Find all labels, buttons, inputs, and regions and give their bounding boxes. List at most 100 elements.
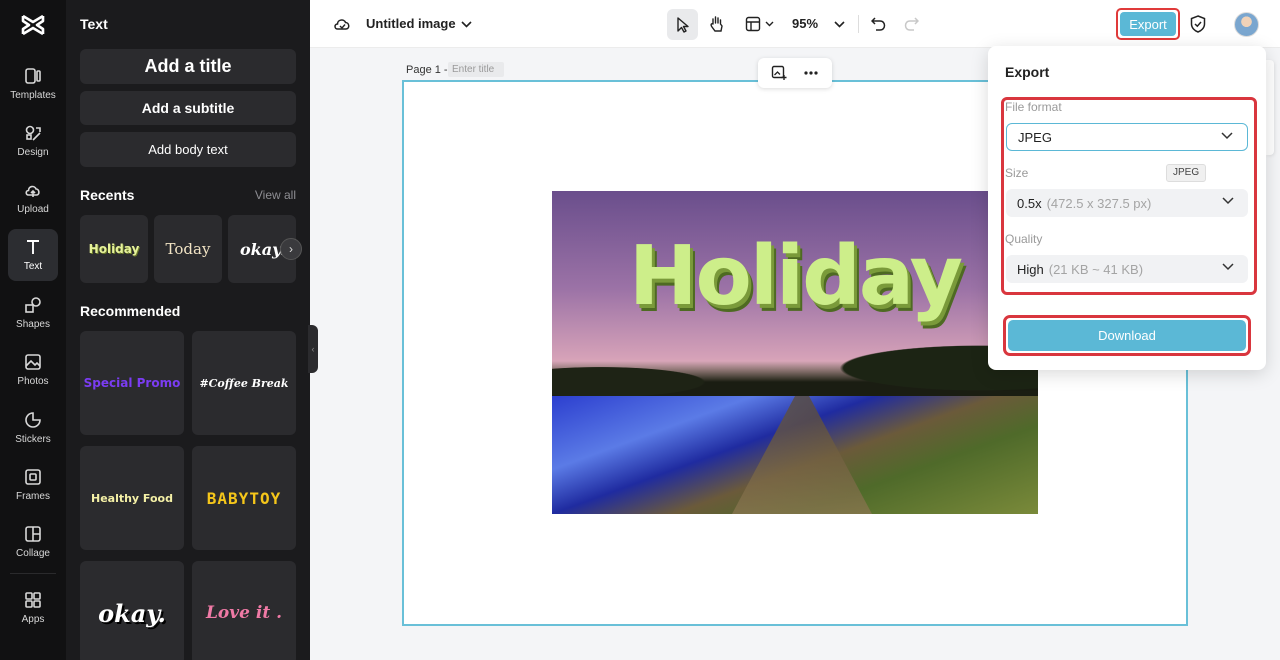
image-headline-text: Holiday (628, 229, 963, 324)
quality-select[interactable]: High (21 KB ~ 41 KB) (1006, 255, 1248, 283)
recommended-text-label: #Coffee Break (199, 376, 289, 390)
add-body-text-button[interactable]: Add body text (80, 132, 296, 167)
rail-item-label: Collage (16, 548, 50, 559)
shield-icon[interactable] (1188, 14, 1208, 34)
download-button-label: Download (1008, 320, 1246, 351)
recommended-text-babytoy[interactable]: BABYTOY (192, 446, 296, 550)
toolbar-divider (858, 15, 859, 33)
templates-icon (25, 68, 41, 84)
rail-item-label: Frames (16, 491, 50, 502)
rail-item-label: Stickers (15, 434, 51, 445)
add-page-icon[interactable] (770, 64, 788, 82)
text-icon (27, 240, 39, 254)
export-panel-title: Export (1005, 64, 1050, 80)
size-select[interactable]: 0.5x (472.5 x 327.5 px) (1006, 189, 1248, 217)
chevron-down-icon[interactable] (460, 17, 472, 31)
cursor-icon (676, 16, 689, 33)
rail-item-label: Upload (17, 204, 49, 215)
rail-item-templates[interactable]: Templates (8, 58, 58, 110)
size-detail: (472.5 x 327.5 px) (1046, 195, 1152, 211)
add-subtitle-button[interactable]: Add a subtitle (80, 91, 296, 125)
rail-item-label: Templates (10, 90, 56, 101)
chevron-down-icon (1221, 132, 1233, 140)
quality-label: Quality (1005, 232, 1043, 246)
quality-value: High (1017, 261, 1044, 277)
shapes-icon (25, 297, 41, 313)
size-label: Size (1005, 166, 1029, 180)
recommended-text-label: okay. (98, 598, 166, 628)
chevron-down-icon (1222, 197, 1234, 205)
recommended-text-love-it[interactable]: Love it . (192, 561, 296, 660)
file-format-value: JPEG (1018, 129, 1052, 145)
recommended-text-label: Love it . (205, 603, 283, 623)
page-title-input[interactable]: Enter title (448, 62, 504, 77)
export-button-label: Export (1120, 12, 1176, 36)
file-format-label: File format (1005, 100, 1062, 114)
select-tool-button[interactable] (667, 9, 698, 40)
recommended-text-label: Healthy Food (90, 491, 173, 505)
recommended-text-okay[interactable]: okay. (80, 561, 184, 660)
stickers-icon (25, 412, 41, 428)
top-bar: Untitled image 95% Export (310, 0, 1280, 48)
recommended-text-label: BABYTOY (206, 488, 282, 508)
recommended-text-label: Special Promo (83, 376, 181, 390)
collapse-panel-handle[interactable]: ‹ (308, 325, 318, 373)
recent-text-label: Today (165, 240, 211, 258)
page-label: Page 1 - (406, 64, 448, 76)
rail-item-upload[interactable]: Upload (8, 172, 58, 224)
rail-item-frames[interactable]: Frames (8, 459, 58, 511)
rail-item-collage[interactable]: Collage (8, 516, 58, 568)
hand-tool-button[interactable] (707, 14, 727, 34)
avatar[interactable] (1234, 12, 1259, 37)
chevron-down-icon (1222, 263, 1234, 271)
rail-item-label: Apps (21, 614, 45, 625)
zoom-chevron-down-icon[interactable] (832, 17, 846, 31)
cloud-save-icon[interactable] (332, 14, 352, 34)
collage-icon (25, 526, 41, 542)
add-title-button[interactable]: Add a title (80, 49, 296, 84)
recommended-text-healthy-food[interactable]: Healthy Food (80, 446, 184, 550)
upload-icon (25, 185, 40, 197)
recommended-text-special-promo[interactable]: Special Promo (80, 331, 184, 435)
rail-item-photos[interactable]: Photos (8, 344, 58, 396)
canvas-image-holiday[interactable]: Holiday (552, 191, 1038, 514)
rail-divider (10, 573, 56, 574)
floating-toolbar (758, 58, 832, 88)
capcut-logo-icon[interactable] (19, 12, 47, 38)
rail-item-label: Shapes (16, 319, 50, 330)
hand-icon (710, 16, 723, 32)
file-format-select[interactable]: JPEG (1006, 123, 1248, 151)
format-tooltip: JPEG (1166, 164, 1207, 182)
panel-title: Text (80, 16, 108, 32)
apps-icon (25, 592, 41, 608)
download-button[interactable]: Download (1003, 315, 1251, 356)
layout-icon (745, 16, 760, 32)
undo-icon[interactable] (868, 14, 888, 34)
rail-item-text[interactable]: Text (8, 229, 58, 281)
rail-item-shapes[interactable]: Shapes (8, 287, 58, 339)
recents-next-arrow-icon[interactable]: › (280, 238, 302, 260)
recents-title: Recents (80, 187, 135, 203)
recommended-text-coffee-break[interactable]: #Coffee Break (192, 331, 296, 435)
image-trees (552, 326, 1038, 396)
rail-item-stickers[interactable]: Stickers (8, 402, 58, 454)
zoom-level[interactable]: 95% (792, 16, 818, 31)
recent-text-today[interactable]: Today (154, 215, 222, 283)
side-panel-edge (1266, 60, 1274, 155)
text-panel: Text Add a title Add a subtitle Add body… (66, 0, 310, 660)
recent-text-holiday[interactable]: Holiday (80, 215, 148, 283)
export-button[interactable]: Export (1116, 8, 1180, 40)
rail-item-label: Design (17, 147, 49, 158)
left-rail: Templates Design Upload Text Shapes Phot… (0, 0, 66, 660)
redo-icon[interactable] (901, 14, 921, 34)
rail-item-design[interactable]: Design (8, 115, 58, 167)
document-title[interactable]: Untitled image (366, 16, 456, 31)
rail-item-apps[interactable]: Apps (8, 582, 58, 634)
quality-detail: (21 KB ~ 41 KB) (1048, 261, 1144, 277)
more-options-icon[interactable] (802, 64, 820, 82)
chevron-down-icon (765, 21, 773, 27)
recommended-title: Recommended (80, 303, 181, 319)
layout-menu-button[interactable] (742, 14, 776, 34)
recent-text-label: okay. (240, 239, 286, 259)
view-all-link[interactable]: View all (255, 188, 296, 202)
